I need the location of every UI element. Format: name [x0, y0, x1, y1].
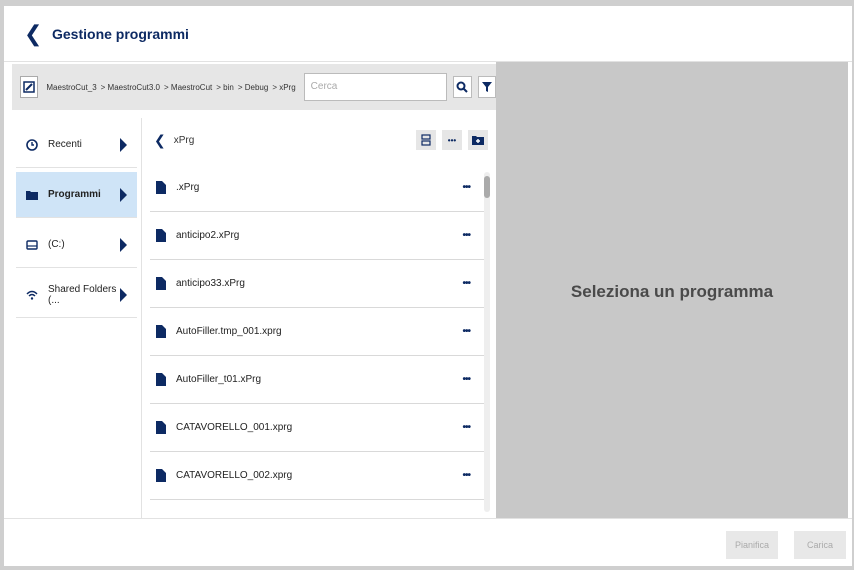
plan-button[interactable]: Pianifica: [726, 531, 778, 559]
file-icon: [156, 325, 166, 338]
more-icon[interactable]: •••: [462, 278, 470, 289]
edit-path-button[interactable]: [20, 76, 39, 98]
current-folder: xPrg: [173, 134, 195, 146]
more-options-button[interactable]: •••: [442, 130, 462, 150]
file-icon: [156, 181, 166, 194]
file-name: anticipo2.xPrg: [176, 230, 240, 241]
header: ❮ Gestione programmi: [4, 6, 852, 62]
file-icon: [156, 421, 166, 434]
file-icon: [156, 277, 166, 290]
more-icon[interactable]: •••: [462, 230, 470, 241]
filter-button[interactable]: [477, 76, 496, 98]
search-input[interactable]: Cerca: [303, 73, 448, 101]
sidebar-item-label: Shared Folders (...: [48, 283, 117, 306]
more-icon[interactable]: •••: [462, 374, 470, 385]
chevron-right-icon: [120, 137, 127, 152]
file-icon: [156, 469, 166, 482]
list-item[interactable]: anticipo33.xPrg •••: [150, 260, 484, 308]
filter-icon: [481, 82, 492, 92]
chevron-right-icon: [120, 187, 127, 202]
breadcrumb-item[interactable]: > xPrg: [272, 83, 295, 92]
back-folder-icon[interactable]: ❮: [154, 132, 166, 149]
sidebar-item-shared-folders[interactable]: Shared Folders (...: [16, 272, 137, 318]
app-window: ❮ Gestione programmi MaestroCut_3 > Maes…: [4, 6, 852, 566]
preview-message: Seleziona un programma: [570, 282, 774, 301]
load-button[interactable]: Carica: [794, 531, 846, 559]
more-icon[interactable]: •••: [462, 422, 470, 433]
more-icon[interactable]: •••: [462, 470, 470, 481]
sidebar-item-recenti[interactable]: Recenti: [16, 122, 137, 168]
sidebar-item-programmi[interactable]: Programmi: [16, 172, 137, 218]
search-button[interactable]: [453, 76, 472, 98]
scrollbar-thumb[interactable]: [484, 176, 490, 198]
more-icon: •••: [447, 135, 457, 145]
sidebar-item-label: Programmi: [48, 189, 101, 200]
breadcrumb: MaestroCut_3 > MaestroCut3.0 > MaestroCu…: [46, 83, 299, 92]
file-name: .xPrg: [176, 182, 200, 193]
breadcrumb-item[interactable]: > bin: [216, 83, 234, 92]
list-item[interactable]: CATAVORELLO_002.xprg •••: [150, 452, 484, 500]
file-icon: [156, 373, 166, 386]
back-icon[interactable]: ❮: [24, 21, 44, 47]
search-icon: [456, 81, 469, 93]
list-item[interactable]: AutoFiller_t01.xPrg •••: [150, 356, 484, 404]
drive-icon: [26, 239, 38, 250]
file-name: anticipo33.xPrg: [176, 278, 245, 289]
file-name: CATAVORELLO_002.xprg: [176, 470, 293, 481]
breadcrumb-item[interactable]: > Debug: [238, 83, 268, 92]
sidebar: Recenti Programmi (C:) Shared Folders (.…: [12, 118, 142, 520]
clock-icon: [26, 138, 38, 151]
select-mode-button[interactable]: [416, 130, 436, 150]
more-icon[interactable]: •••: [462, 326, 470, 337]
footer: Pianifica Carica: [4, 518, 852, 566]
file-name: CATAVORELLO_001.xprg: [176, 422, 293, 433]
wifi-icon: [26, 290, 38, 300]
sidebar-item-label: Recenti: [48, 139, 82, 150]
add-folder-icon: [472, 136, 484, 145]
list-item[interactable]: CATAVORELLO_001.xprg •••: [150, 404, 484, 452]
chevron-right-icon: [120, 237, 127, 252]
list-scrollbar[interactable]: [484, 172, 490, 512]
list-header: ❮ xPrg •••: [146, 118, 494, 162]
sidebar-item-drive-c[interactable]: (C:): [16, 222, 137, 268]
file-name: AutoFiller_t01.xPrg: [176, 374, 262, 385]
program-preview: Seleziona un programma: [496, 62, 848, 522]
file-name: AutoFiller.tmp_001.xprg: [176, 326, 282, 337]
path-toolbar: MaestroCut_3 > MaestroCut3.0 > MaestroCu…: [12, 64, 496, 110]
file-icon: [156, 229, 166, 242]
breadcrumb-item[interactable]: > MaestroCut: [164, 83, 212, 92]
list-item[interactable]: AutoFiller.tmp_001.xprg •••: [150, 308, 484, 356]
chevron-right-icon: [120, 287, 127, 302]
file-list: .xPrg ••• anticipo2.xPrg ••• anticipo33.…: [146, 164, 494, 514]
folder-icon: [26, 190, 38, 200]
pencil-icon: [23, 81, 35, 93]
more-icon[interactable]: •••: [462, 182, 470, 193]
list-item[interactable]: .xPrg •••: [150, 164, 484, 212]
sidebar-item-label: (C:): [48, 239, 65, 250]
breadcrumb-item[interactable]: > MaestroCut3.0: [101, 83, 160, 92]
list-item[interactable]: anticipo2.xPrg •••: [150, 212, 484, 260]
checklist-icon: [421, 134, 431, 146]
new-folder-button[interactable]: [468, 130, 488, 150]
page-title: Gestione programmi: [52, 25, 189, 42]
breadcrumb-item[interactable]: MaestroCut_3: [46, 83, 96, 92]
